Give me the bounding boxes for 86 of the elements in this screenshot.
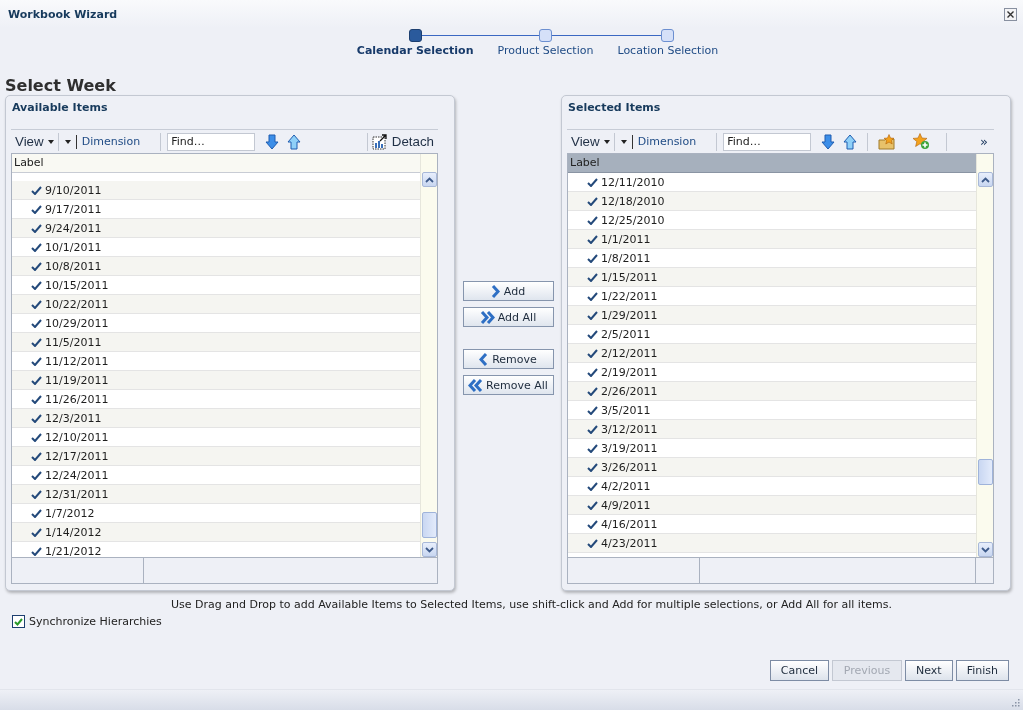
item-label: 3/26/2011 — [601, 460, 658, 474]
page-heading: Select Week — [5, 76, 116, 95]
item-label: 1/8/2011 — [601, 251, 651, 265]
list-item[interactable]: 9/24/2011 — [12, 219, 420, 238]
item-label: 11/26/2011 — [45, 392, 109, 406]
item-label: 12/11/2010 — [601, 175, 665, 189]
item-label: 1/14/2012 — [45, 525, 102, 539]
item-label: 9/10/2011 — [45, 183, 102, 197]
list-item[interactable]: 11/19/2011 — [12, 371, 420, 390]
item-label: 1/7/2012 — [45, 506, 95, 520]
list-item[interactable]: 10/22/2011 — [12, 295, 420, 314]
list-item[interactable]: 3/26/2011 — [568, 458, 976, 477]
step-label[interactable]: Product Selection — [485, 44, 606, 57]
list-item[interactable]: 2/26/2011 — [568, 382, 976, 401]
item-label: 2/19/2011 — [601, 365, 658, 379]
list-item[interactable]: 4/23/2011 — [568, 534, 976, 553]
item-label: 4/2/2011 — [601, 479, 651, 493]
item-label: 10/1/2011 — [45, 240, 102, 254]
overflow-button[interactable]: » — [976, 134, 994, 149]
column-header[interactable]: Label — [12, 154, 420, 173]
item-label: 3/5/2011 — [601, 403, 651, 417]
list-item[interactable]: 12/3/2011 — [12, 409, 420, 428]
detach-button[interactable]: Detach — [367, 131, 438, 152]
item-label: 1/21/2012 — [45, 544, 102, 557]
list-item[interactable]: 1/15/2011 — [568, 268, 976, 287]
wizard-button[interactable]: Next — [905, 660, 953, 681]
item-label: 4/9/2011 — [601, 498, 651, 512]
item-label: 3/12/2011 — [601, 422, 658, 436]
item-label: 10/15/2011 — [45, 278, 109, 292]
list-item[interactable]: 1/14/2012 — [12, 523, 420, 542]
list-item[interactable]: 12/18/2010 — [568, 192, 976, 211]
step-label[interactable]: Location Selection — [605, 44, 731, 57]
list-item[interactable]: 4/9/2011 — [568, 496, 976, 515]
view-menu[interactable]: View — [11, 131, 58, 152]
item-label: 10/29/2011 — [45, 316, 109, 330]
list-item[interactable]: 1/1/2011 — [568, 230, 976, 249]
list-item[interactable]: 12/31/2011 — [12, 485, 420, 504]
list-item[interactable]: 10/8/2011 — [12, 257, 420, 276]
item-label: 9/24/2011 — [45, 221, 102, 235]
shuttle-button[interactable]: Add All — [462, 307, 554, 327]
wizard-button[interactable]: Finish — [955, 660, 1009, 681]
find-field[interactable]: Find… — [167, 132, 256, 151]
list-item[interactable]: 9/10/2011 — [12, 181, 420, 200]
view-menu[interactable]: View — [567, 131, 614, 152]
item-label: 11/12/2011 — [45, 354, 109, 368]
item-label: 3/19/2011 — [601, 441, 658, 455]
item-label: 11/5/2011 — [45, 335, 102, 349]
panel-title: Selected Items — [568, 101, 661, 114]
item-label: 12/3/2011 — [45, 411, 102, 425]
item-label: 1/1/2011 — [601, 232, 651, 246]
window-title: Workbook Wizard — [8, 7, 118, 21]
checkbox-label[interactable]: Synchronize Hierarchies — [29, 615, 162, 628]
dimension-menu[interactable]: Dimension — [614, 131, 703, 152]
item-label: 10/8/2011 — [45, 259, 102, 273]
item-label: 12/25/2010 — [601, 213, 665, 227]
dimension-menu[interactable]: Dimension — [58, 131, 147, 152]
item-label: 12/31/2011 — [45, 487, 109, 501]
shuttle-button[interactable]: Remove — [462, 349, 554, 369]
shuttle-button[interactable]: Remove All — [462, 375, 554, 395]
find-field[interactable]: Find… — [723, 132, 812, 151]
item-label: 12/24/2011 — [45, 468, 109, 482]
item-label: 2/5/2011 — [601, 327, 651, 341]
item-label: 4/16/2011 — [601, 517, 658, 531]
wizard-button[interactable]: Cancel — [769, 660, 830, 681]
column-header[interactable]: Label — [568, 154, 976, 173]
list-item[interactable]: 1/29/2011 — [568, 306, 976, 325]
shuttle-button[interactable]: Add — [462, 281, 554, 301]
panel-title: Available Items — [12, 101, 108, 114]
item-label: 11/19/2011 — [45, 373, 109, 387]
item-label: 10/22/2011 — [45, 297, 109, 311]
list-item[interactable]: 12/17/2011 — [12, 447, 420, 466]
item-label: 1/22/2011 — [601, 289, 658, 303]
item-label: 12/10/2011 — [45, 430, 109, 444]
step-label[interactable]: Calendar Selection — [344, 44, 486, 57]
item-label: 12/17/2011 — [45, 449, 109, 463]
list-item[interactable]: 3/12/2011 — [568, 420, 976, 439]
item-label: 12/18/2010 — [601, 194, 665, 208]
item-label: 4/23/2011 — [601, 536, 658, 550]
item-label: 2/12/2011 — [601, 346, 658, 360]
list-item[interactable]: 11/5/2011 — [12, 333, 420, 352]
instruction-text: Use Drag and Drop to add Available Items to Selected Items, use shift-click and Add for multiple selections, or Add All for all items. — [171, 598, 892, 611]
item-label: 2/26/2011 — [601, 384, 658, 398]
item-label: 1/15/2011 — [601, 270, 658, 284]
item-label: 1/29/2011 — [601, 308, 658, 322]
item-label: 9/17/2011 — [45, 202, 102, 216]
list-item[interactable]: 2/12/2011 — [568, 344, 976, 363]
